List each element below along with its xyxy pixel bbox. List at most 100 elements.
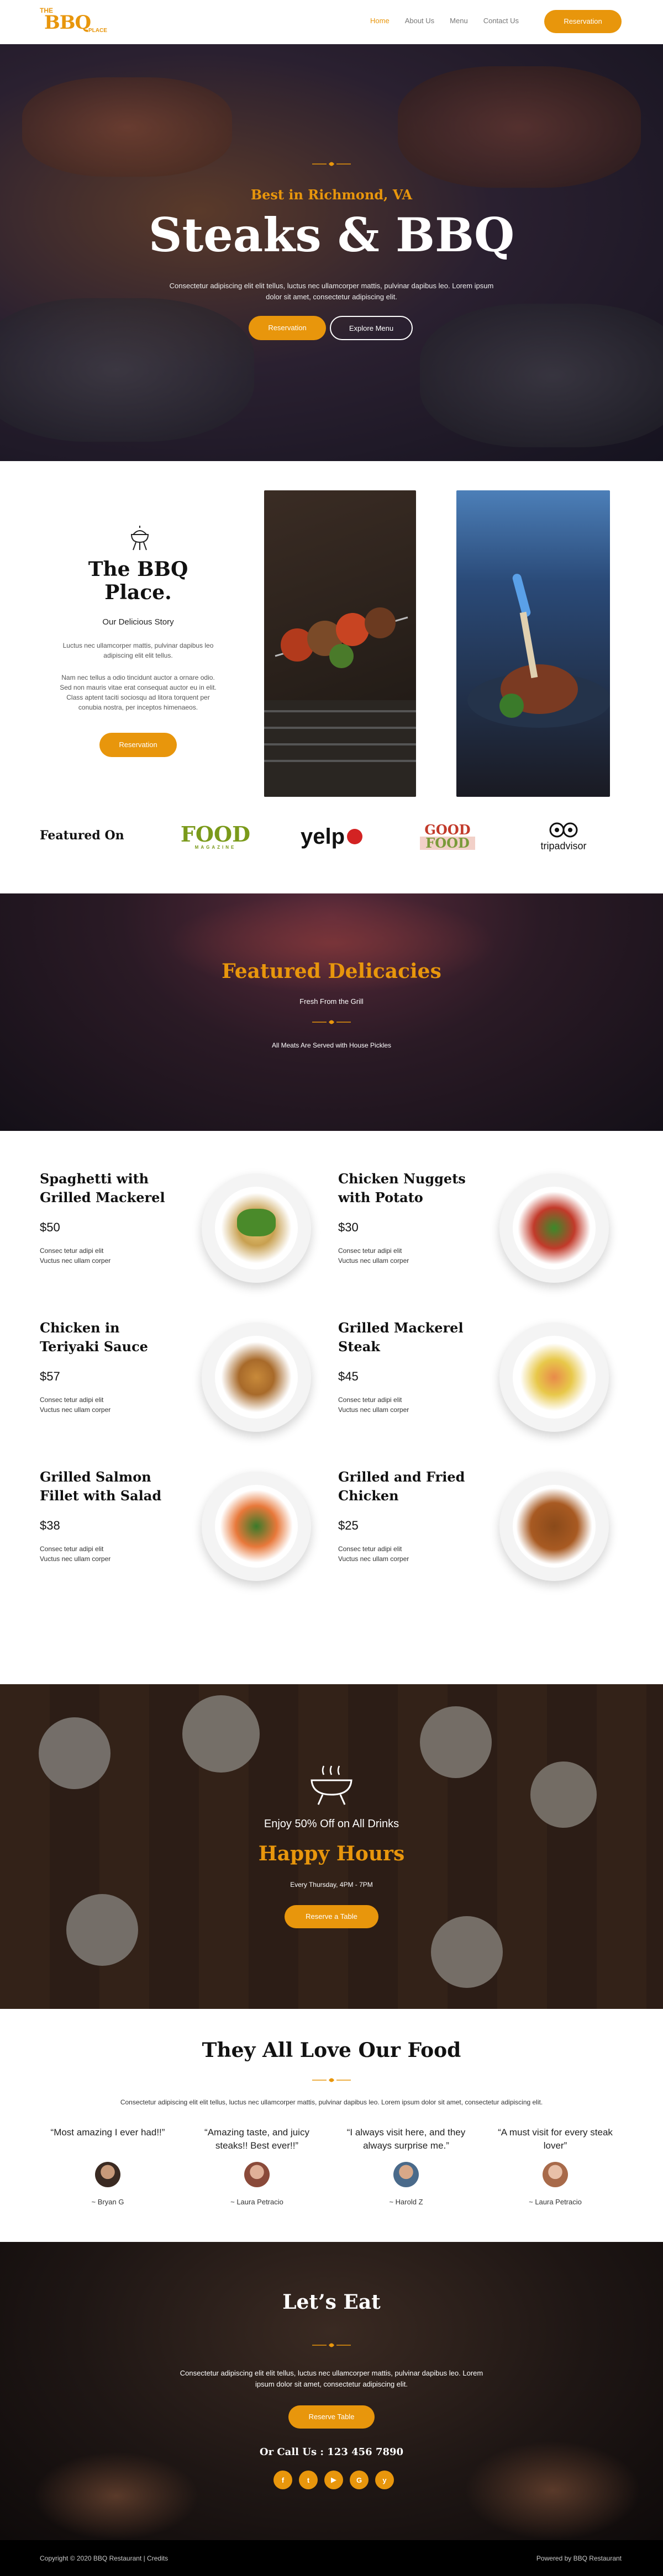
hero-section: Best in Richmond, VA Steaks & BBQ Consec…: [0, 44, 663, 461]
delicacies-subtitle: Fresh From the Grill: [299, 997, 364, 1006]
brand-food: FOOD: [180, 821, 251, 847]
about-title: The BBQ Place.: [88, 558, 188, 604]
hero-steak-image: [22, 77, 232, 177]
dish-image: [499, 1472, 609, 1581]
site-logo[interactable]: THE BBQ PLACE: [40, 6, 107, 39]
happy-hours-subtitle: Enjoy 50% Off on All Drinks: [264, 1818, 399, 1830]
hero-title: Steaks & BBQ: [148, 208, 515, 262]
avatar: [543, 2162, 568, 2187]
youtube-icon[interactable]: ▶: [324, 2471, 343, 2489]
dish-price: $57: [40, 1369, 60, 1383]
testimonial-quote: “I always visit here, and they always su…: [346, 2127, 466, 2151]
about-paragraph: Nam nec tellus a odio tincidunt auctor a…: [60, 674, 217, 711]
lets-eat-title: Let’s Eat: [282, 2291, 381, 2314]
dish-image: [499, 1323, 609, 1432]
dish-price: $50: [40, 1220, 60, 1234]
delicacies-title: Featured Delicacies: [222, 960, 441, 983]
testimonial-author: ~ Laura Petracio: [529, 2198, 582, 2206]
testimonial-quote: “Amazing taste, and juicy steaks!! Best …: [204, 2127, 309, 2151]
lamb-chop-image: [456, 490, 610, 797]
about-paragraph: Luctus nec ullamcorper mattis, pulvinar …: [62, 642, 214, 659]
main-nav: Home About Us Menu Contact Us: [370, 17, 519, 25]
dish-desc: Consec tetur adipi elit Vuctus nec ullam …: [40, 1545, 111, 1563]
grill-icon: [311, 1765, 352, 1805]
dish-name: Chicken Nuggets with Potato: [338, 1171, 466, 1205]
call-us-text: Or Call Us : 123 456 7890: [259, 2446, 404, 2458]
dish-price: $38: [40, 1519, 60, 1532]
dish-name: Chicken in Teriyaki Sauce: [40, 1320, 148, 1355]
site-footer: Copyright © 2020 BBQ Restaurant | Credit…: [0, 2540, 663, 2576]
ornament-divider-icon: [312, 2078, 351, 2082]
dish-desc: Consec tetur adipi elit Vuctus nec ullam …: [40, 1396, 111, 1414]
about-reservation-button[interactable]: Reservation: [99, 733, 177, 757]
nav-about[interactable]: About Us: [405, 17, 434, 25]
dish-image: [202, 1173, 311, 1283]
avatar: [95, 2162, 120, 2187]
hero-steak-image: [398, 66, 641, 188]
happy-hours-time: Every Thursday, 4PM - 7PM: [290, 1881, 373, 1889]
logo-line-3: PLACE: [88, 28, 107, 34]
testimonial-quote: “A must visit for every steak lover”: [498, 2127, 613, 2151]
dish-name: Grilled Salmon Fillet with Salad: [40, 1469, 162, 1504]
food-magazine-logo: FOOD MAGAZINE: [174, 817, 257, 856]
restaurant-interior-image: [33, 2452, 199, 2540]
dish-price: $30: [338, 1220, 359, 1234]
dish-name: Grilled Mackerel Steak: [338, 1320, 464, 1355]
reserve-table-button[interactable]: Reserve a Table: [285, 1905, 378, 1928]
nav-contact[interactable]: Contact Us: [483, 17, 519, 25]
dish-desc: Consec tetur adipi elit Vuctus nec ullam …: [338, 1247, 409, 1265]
dish-price: $45: [338, 1369, 359, 1383]
explore-menu-button[interactable]: Explore Menu: [330, 316, 413, 340]
hero-text: Consectetur adipiscing elit elit tellus,…: [169, 282, 494, 301]
lets-eat-section: Let’s Eat Consectetur adipiscing elit el…: [0, 2242, 663, 2540]
ornament-divider-icon: [312, 162, 351, 166]
testimonial-author: ~ Laura Petracio: [230, 2198, 283, 2206]
delicacies-banner: Featured Delicacies Fresh From the Grill…: [0, 893, 663, 1131]
hero-coals-image: [0, 298, 254, 442]
twitter-icon[interactable]: t: [299, 2471, 318, 2489]
tripadvisor-owl-icon: [549, 822, 578, 838]
testimonials-title: They All Love Our Food: [202, 2039, 461, 2062]
reserve-table-button[interactable]: Reserve Table: [288, 2405, 375, 2429]
testimonials-text: Consectetur adipiscing elit elit tellus,…: [120, 2098, 543, 2106]
good-food-logo: GOOD FOOD: [403, 817, 492, 856]
yelp-icon[interactable]: y: [375, 2471, 394, 2489]
ornament-divider-icon: [312, 1020, 351, 1024]
dish-desc: Consec tetur adipi elit Vuctus nec ullam …: [338, 1545, 409, 1563]
tripadvisor-logo: tripadvisor: [530, 817, 597, 856]
dish-image: [202, 1323, 311, 1432]
hero-reservation-button[interactable]: Reservation: [249, 316, 326, 340]
dish-image: [202, 1472, 311, 1581]
nav-home[interactable]: Home: [370, 17, 390, 25]
yelp-logo: yelp: [293, 817, 370, 856]
dish-price: $25: [338, 1519, 359, 1532]
dish-desc: Consec tetur adipi elit Vuctus nec ullam …: [338, 1396, 409, 1414]
lets-eat-text: Consectetur adipiscing elit elit tellus,…: [180, 2369, 483, 2388]
footer-powered-by: Powered by BBQ Restaurant: [536, 2554, 622, 2562]
avatar: [393, 2162, 419, 2187]
happy-hours-section: Enjoy 50% Off on All Drinks Happy Hours …: [0, 1684, 663, 2009]
nav-menu[interactable]: Menu: [450, 17, 468, 25]
testimonial-author: ~ Harold Z: [389, 2198, 423, 2206]
header-reservation-button[interactable]: Reservation: [544, 10, 622, 33]
site-header: THE BBQ PLACE Home About Us Menu Contact…: [0, 0, 663, 44]
grill-icon: [130, 526, 149, 551]
hero-subtitle: Best in Richmond, VA: [250, 187, 413, 203]
skewer-image: [264, 490, 416, 797]
facebook-icon[interactable]: f: [273, 2471, 292, 2489]
dish-desc: Consec tetur adipi elit Vuctus nec ullam …: [40, 1247, 111, 1265]
yelp-burst-icon: [347, 829, 363, 844]
logo-line-2: BBQ: [44, 12, 91, 34]
dish-name: Spaghetti with Grilled Mackerel: [40, 1171, 165, 1205]
testimonial-quote: “Most amazing I ever had!!”: [50, 2127, 165, 2138]
about-subtitle: Our Delicious Story: [102, 617, 174, 627]
testimonial-author: ~ Bryan G: [91, 2198, 124, 2206]
dish-name: Grilled and Fried Chicken: [338, 1469, 465, 1504]
google-icon[interactable]: G: [350, 2471, 369, 2489]
ornament-divider-icon: [312, 2343, 351, 2347]
happy-hours-title: Happy Hours: [258, 1842, 405, 1865]
featured-on-label: Featured On: [40, 828, 124, 843]
dish-image: [499, 1173, 609, 1283]
avatar: [244, 2162, 270, 2187]
social-links: f t ▶ G y: [273, 2471, 394, 2489]
